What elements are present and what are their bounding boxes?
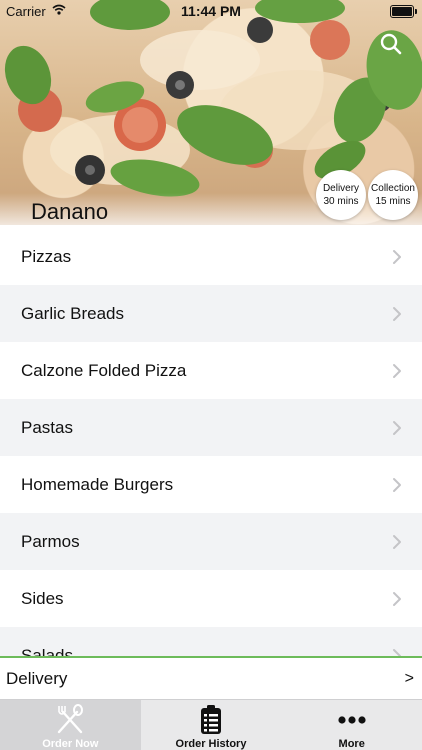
chevron-right-icon: [393, 306, 401, 321]
restaurant-name: Danano: [31, 199, 109, 224]
menu-item-parmos[interactable]: Parmos: [0, 513, 422, 570]
chevron-right-icon: [393, 363, 401, 378]
delivery-arrow: >: [404, 669, 414, 687]
chevron-right-icon: [393, 477, 401, 492]
chevron-right-icon: [393, 648, 401, 656]
battery-icon: [390, 5, 417, 18]
delivery-mode-label: Delivery: [6, 668, 68, 688]
clipboard-list-icon: [194, 704, 228, 736]
tab-label: Order Now: [42, 738, 99, 750]
menu-item-label: Calzone Folded Pizza: [21, 360, 187, 380]
fork-knife-icon: [53, 704, 87, 736]
menu-item-label: Parmos: [21, 531, 80, 551]
more-dots-icon: [335, 704, 369, 736]
chevron-right-icon: [393, 420, 401, 435]
hero-banner: Carrier 11:44 PM Delivery 30 mins Collec…: [0, 0, 422, 225]
menu-item-label: Garlic Breads: [21, 303, 124, 323]
menu-item-sides[interactable]: Sides: [0, 570, 422, 627]
delivery-time-badge: Delivery 30 mins: [316, 170, 366, 220]
menu-item-homemade-burgers[interactable]: Homemade Burgers: [0, 456, 422, 513]
status-bar: Carrier 11:44 PM: [0, 0, 422, 22]
chevron-right-icon: [393, 534, 401, 549]
menu-item-label: Sides: [21, 588, 64, 608]
menu-item-pizzas[interactable]: Pizzas: [0, 228, 422, 285]
delivery-mode-bar[interactable]: Delivery >: [0, 656, 422, 699]
chevron-right-icon: [393, 249, 401, 264]
tab-order-now[interactable]: Order Now: [0, 700, 141, 750]
menu-item-calzone[interactable]: Calzone Folded Pizza: [0, 342, 422, 399]
collection-badge-title: Collection: [371, 183, 415, 194]
tab-order-history[interactable]: Order History: [141, 700, 282, 750]
chevron-right-icon: [393, 591, 401, 606]
menu-item-salads[interactable]: Salads: [0, 627, 422, 656]
tab-bar: Order Now Order History More: [0, 699, 422, 750]
menu-item-label: Pizzas: [21, 246, 72, 266]
menu-item-label: Pastas: [21, 417, 73, 437]
delivery-badge-time: 30 mins: [323, 196, 359, 207]
menu-item-pastas[interactable]: Pastas: [0, 399, 422, 456]
menu-category-list: Pizzas Garlic Breads Calzone Folded Pizz…: [0, 228, 422, 656]
search-icon[interactable]: [378, 31, 404, 57]
collection-time-badge: Collection 15 mins: [368, 170, 418, 220]
tab-label: Order History: [175, 738, 247, 750]
tab-more[interactable]: More: [281, 700, 422, 750]
status-time: 11:44 PM: [181, 3, 241, 19]
collection-badge-time: 15 mins: [375, 196, 411, 207]
tab-label: More: [338, 738, 365, 750]
menu-item-label: Salads: [21, 645, 73, 657]
menu-item-garlic-breads[interactable]: Garlic Breads: [0, 285, 422, 342]
menu-item-label: Homemade Burgers: [21, 474, 174, 494]
delivery-badge-title: Delivery: [322, 183, 360, 194]
